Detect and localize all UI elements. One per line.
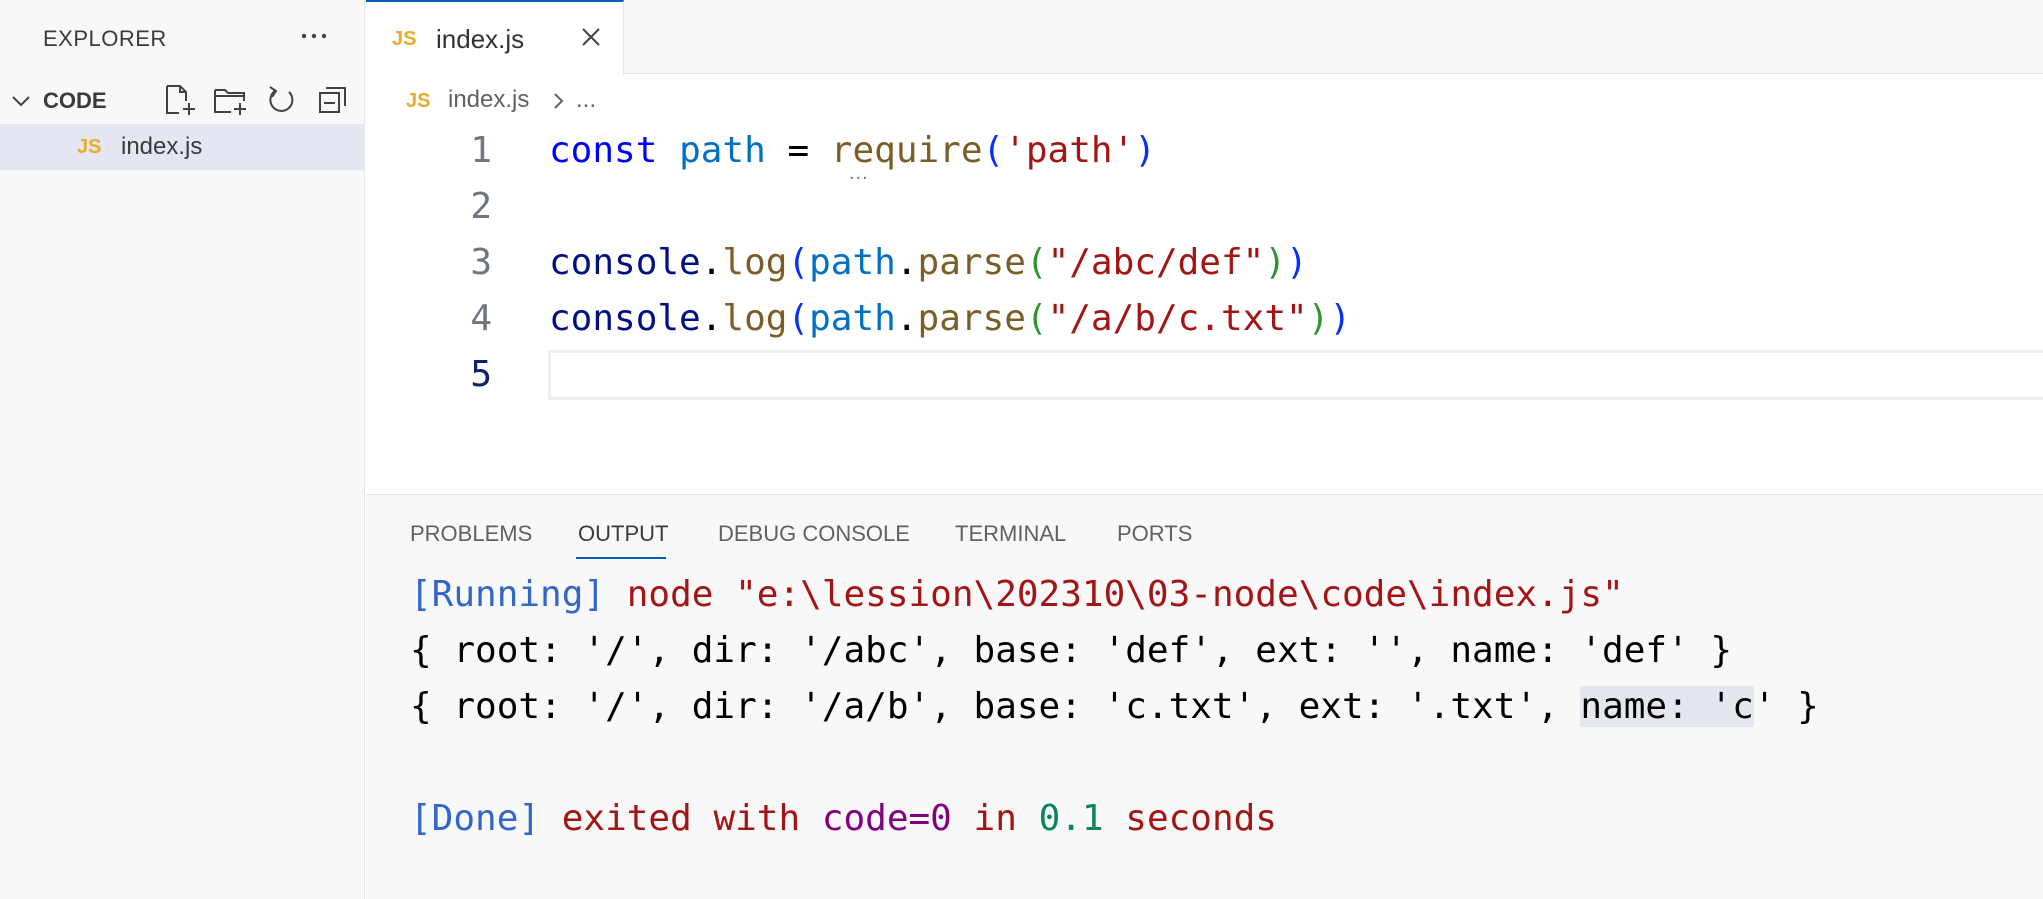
tab-ports[interactable]: PORTS [1117,521,1192,547]
code-line-current[interactable]: 5 [366,348,2043,404]
output-line-result: { root: '/', dir: '/a/b', base: 'c.txt',… [410,686,1819,727]
folder-row-code[interactable]: CODE [0,80,365,122]
editor-tab-bar: JS index.js [366,0,2043,75]
file-item-index-js[interactable]: JS index.js [0,124,365,170]
breadcrumb-symbols[interactable]: ... [576,86,596,114]
done-tag: [Done] [410,798,541,839]
collapse-all-icon[interactable] [316,83,350,117]
code-line[interactable]: 1 const path = require('path') ... [366,124,2043,184]
js-file-icon: JS [406,90,431,112]
line-number: 5 [470,354,492,395]
result-text: { root: '/', dir: '/a/b', base: 'c.txt',… [410,686,1581,727]
current-line-highlight [548,350,2043,400]
js-file-icon: JS [392,28,417,50]
running-tag: [Running] [410,574,606,615]
refresh-icon[interactable] [264,83,298,117]
code-text[interactable]: console.log(path.parse("/a/b/c.txt")) [549,298,1351,339]
done-text: exited with [540,798,822,839]
result-text: ' } [1753,686,1819,727]
close-icon[interactable] [578,24,604,50]
code-text[interactable]: console.log(path.parse("/abc/def")) [549,242,1308,283]
tab-problems[interactable]: PROBLEMS [410,521,532,547]
output-line-result: { root: '/', dir: '/abc', base: 'def', e… [410,630,1733,671]
code-line[interactable]: 3 console.log(path.parse("/abc/def")) [366,236,2043,292]
tab-debug-console[interactable]: DEBUG CONSOLE [718,521,910,547]
new-file-icon[interactable] [162,83,196,117]
explorer-title: EXPLORER [43,26,167,51]
done-in: in [951,798,1039,839]
tab-label: index.js [436,24,525,54]
chevron-down-icon [12,96,30,107]
output-line-running: [Running] node "e:\lession\202310\03-nod… [410,574,1624,615]
tab-output[interactable]: OUTPUT [576,521,669,559]
active-tab-indicator [576,557,667,559]
tab-index-js[interactable]: JS index.js [366,0,624,75]
new-folder-icon[interactable] [213,83,247,117]
folder-label: CODE [43,88,107,113]
line-number: 1 [470,130,492,171]
line-number: 2 [470,186,492,227]
exit-code: code=0 [821,798,952,839]
line-number: 3 [470,242,492,283]
code-line[interactable]: 4 console.log(path.parse("/a/b/c.txt")) [366,292,2043,348]
code-line[interactable]: 2 [366,180,2043,236]
breadcrumb-file[interactable]: index.js [448,86,529,114]
tab-output-label: OUTPUT [578,521,669,546]
explorer-sidebar: EXPLORER CODE JS index.js [0,0,365,899]
output-line-done: [Done] exited with code=0 in 0.1 seconds [410,798,1277,839]
line-number: 4 [470,298,492,339]
file-name: index.js [121,133,203,160]
tab-terminal[interactable]: TERMINAL [955,521,1066,547]
more-actions-icon[interactable] [298,24,330,48]
bottom-panel: PROBLEMS OUTPUT DEBUG CONSOLE TERMINAL P… [366,494,2043,899]
running-command: node "e:\lession\202310\03-node\code\ind… [605,574,1624,615]
duration-unit: seconds [1103,798,1277,839]
chevron-right-icon [554,93,564,109]
highlighted-text: name: 'c [1580,686,1754,727]
duration: 0.1 [1038,798,1104,839]
js-file-icon: JS [77,136,102,158]
code-editor[interactable]: 1 const path = require('path') ... 2 3 c… [366,124,2043,494]
